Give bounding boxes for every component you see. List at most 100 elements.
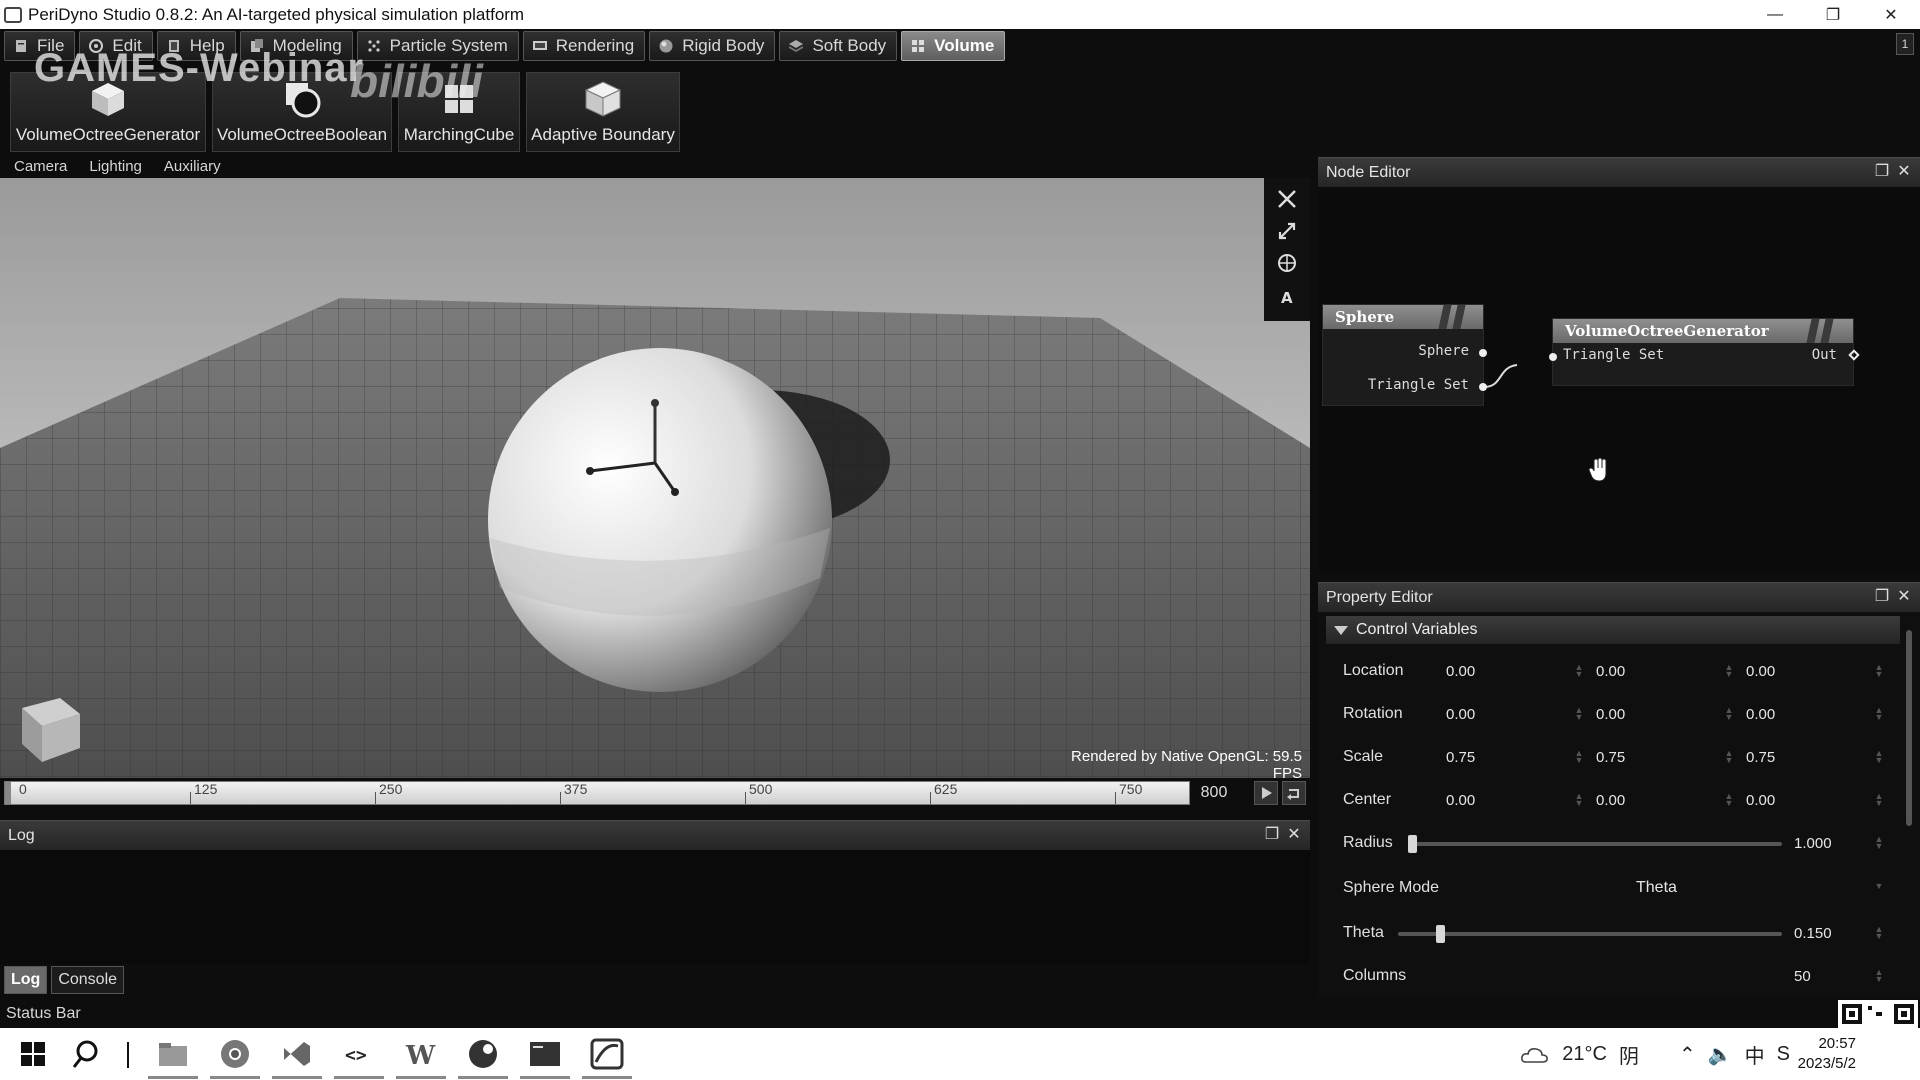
camera-menu[interactable]: Camera [14,158,67,175]
chrome-icon[interactable] [216,1036,254,1072]
tab-soft-body[interactable]: Soft Body [779,30,898,61]
taskbar-clock[interactable]: 20:57 2023/5/2 [1760,1034,1856,1074]
port-out[interactable]: Out [1812,347,1837,363]
columns-value-field[interactable]: 50 [1794,968,1811,985]
timeline-handle[interactable] [5,782,11,804]
spin-arrows-icon[interactable]: ▲ ▼ [1874,706,1884,722]
tab-volume[interactable]: Volume [901,30,1006,61]
tab-rendering[interactable]: Rendering [522,30,646,61]
port-dot[interactable] [1479,383,1487,391]
restore-button[interactable]: ❐ [1804,0,1862,29]
reset-button[interactable] [1282,781,1306,805]
tab-console[interactable]: Console [51,966,125,994]
peridyno-icon[interactable] [588,1036,626,1072]
radius-value-field[interactable]: 1.000 [1794,835,1832,852]
fullscreen-icon[interactable] [1276,220,1298,242]
close-panel-icon[interactable]: ✕ [1286,827,1302,843]
auxiliary-menu[interactable]: Auxiliary [164,158,221,175]
location-x-field[interactable]: 0.00 [1446,663,1475,680]
windows-start-icon[interactable] [14,1036,52,1072]
close-panel-icon[interactable]: ✕ [1896,589,1912,605]
port-dot[interactable] [1549,353,1557,361]
render-viewport[interactable] [0,178,1310,778]
pin-toolbar-button[interactable]: 1 [1896,33,1914,55]
search-icon[interactable] [70,1036,108,1072]
spin-arrows-icon[interactable]: ▲ ▼ [1724,706,1734,722]
globe-icon[interactable] [1276,252,1298,274]
port-dot[interactable] [1479,349,1487,357]
control-variables-section[interactable]: Control Variables [1326,616,1900,644]
rotation-y-field[interactable]: 0.00 [1596,706,1625,723]
word-icon[interactable]: W [402,1036,440,1072]
play-button[interactable] [1254,781,1278,805]
float-panel-icon[interactable]: ❐ [1874,164,1890,180]
scale-z-field[interactable]: 0.75 [1746,749,1775,766]
adaptive-boundary-button[interactable]: Adaptive Boundary [526,72,680,152]
window-title: PeriDyno Studio 0.8.2: An AI-targeted ph… [28,4,525,24]
close-panel-icon[interactable]: ✕ [1896,164,1912,180]
chevron-up-icon[interactable]: ⌃ [1679,1042,1696,1067]
radius-slider[interactable] [1408,842,1782,846]
visual-studio-icon[interactable] [278,1036,316,1072]
weather-condition[interactable]: 阴 [1619,1040,1639,1069]
radius-slider-handle[interactable] [1408,835,1417,853]
minimize-button[interactable]: — [1746,0,1804,29]
collapse-triangle-icon[interactable] [1334,626,1348,635]
location-y-field[interactable]: 0.00 [1596,663,1625,680]
spin-arrows-icon[interactable]: ▲ ▼ [1574,706,1584,722]
spin-arrows-icon[interactable]: ▲ ▼ [1874,663,1884,679]
theta-slider[interactable] [1398,932,1782,936]
dropdown-arrow-icon[interactable]: ▼ [1874,882,1884,897]
spin-arrows-icon[interactable]: ▲ ▼ [1574,749,1584,765]
theta-slider-handle[interactable] [1435,925,1445,943]
node-canvas[interactable]: Sphere Sphere Triangle Set VolumeOctreeG… [1318,187,1920,572]
timeline-tick [560,792,561,804]
tab-label: Soft Body [812,35,887,55]
scale-y-field[interactable]: 0.75 [1596,749,1625,766]
fit-view-icon[interactable] [1276,188,1298,210]
port-triangle-set-input[interactable]: Triangle Set [1563,347,1664,363]
sphere-node[interactable]: Sphere Sphere Triangle Set [1322,304,1487,406]
volume-icon[interactable]: 🔈 [1708,1042,1733,1067]
node-title: Sphere [1335,308,1395,326]
steam-icon[interactable] [464,1036,502,1072]
port-sphere[interactable]: Sphere [1418,343,1469,359]
spin-arrows-icon[interactable]: ▲ ▼ [1724,663,1734,679]
timeline-track[interactable]: 0 125 250 375 500 625 750 [4,781,1190,805]
center-z-field[interactable]: 0.00 [1746,792,1775,809]
tab-rigid-body[interactable]: Rigid Body [649,30,776,61]
spin-arrows-icon[interactable]: ▲ ▼ [1574,792,1584,808]
location-z-field[interactable]: 0.00 [1746,663,1775,680]
text-a-icon[interactable]: A [1276,286,1298,308]
weather-temp[interactable]: 21°C [1562,1043,1607,1066]
tab-log[interactable]: Log [4,966,48,994]
log-output[interactable] [0,850,1310,964]
theta-value-field[interactable]: 0.150 [1794,925,1832,942]
rotation-z-field[interactable]: 0.00 [1746,706,1775,723]
rotation-x-field[interactable]: 0.00 [1446,706,1475,723]
port-triangle-set[interactable]: Triangle Set [1368,377,1469,393]
vscode-icon[interactable]: <> [340,1036,378,1072]
spin-arrows-icon[interactable]: ▲ ▼ [1574,663,1584,679]
sphere-mode-select[interactable]: Theta [1636,879,1677,897]
sphere-mesh[interactable] [488,348,832,692]
volume-octree-generator-node[interactable]: VolumeOctreeGenerator Triangle Set Out [1549,318,1860,386]
float-panel-icon[interactable]: ❐ [1874,589,1890,605]
property-scrollbar[interactable] [1906,630,1912,826]
spin-arrows-icon[interactable]: ▲ ▼ [1874,792,1884,808]
terminal-icon[interactable] [526,1036,564,1072]
center-y-field[interactable]: 0.00 [1596,792,1625,809]
close-button[interactable]: ✕ [1862,0,1920,29]
spin-arrows-icon[interactable]: ▲ ▼ [1874,749,1884,765]
spin-arrows-icon[interactable]: ▲ ▼ [1874,835,1884,851]
float-panel-icon[interactable]: ❐ [1264,827,1280,843]
scale-x-field[interactable]: 0.75 [1446,749,1475,766]
spin-arrows-icon[interactable]: ▲ ▼ [1874,968,1884,984]
file-explorer-icon[interactable] [154,1036,192,1072]
spin-arrows-icon[interactable]: ▲ ▼ [1724,749,1734,765]
spin-arrows-icon[interactable]: ▲ ▼ [1724,792,1734,808]
spin-arrows-icon[interactable]: ▲ ▼ [1874,925,1884,941]
end-frame-field[interactable]: 800 [1194,781,1234,805]
lighting-menu[interactable]: Lighting [89,158,142,175]
center-x-field[interactable]: 0.00 [1446,792,1475,809]
